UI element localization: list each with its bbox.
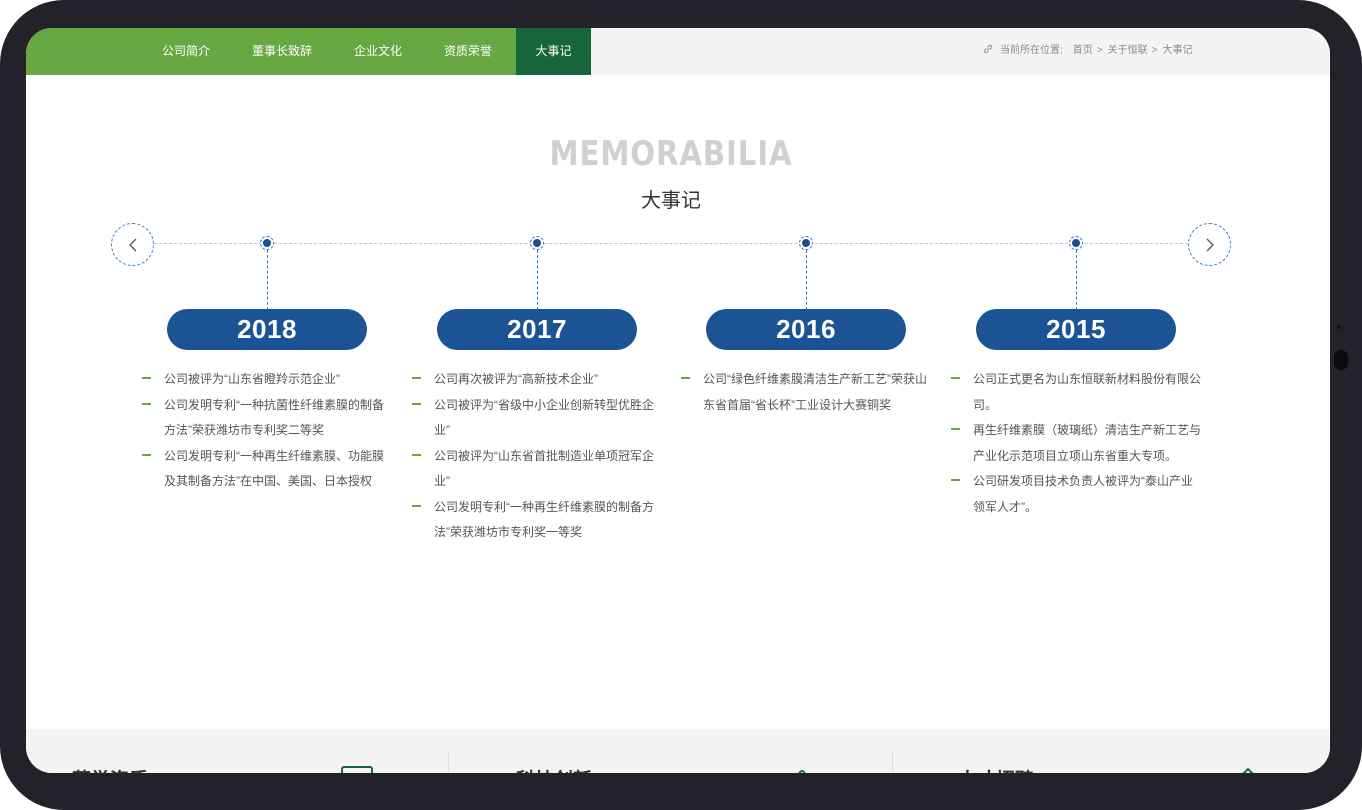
- nav-item-memorabilia[interactable]: 大事记: [516, 28, 591, 75]
- breadcrumb-separator: >: [1151, 45, 1158, 56]
- timeline-connector: [806, 250, 807, 310]
- certificate-icon: [341, 766, 373, 773]
- chevron-left-icon: [129, 238, 137, 252]
- event-list: 公司再次被评为“高新技术企业” 公司被评为“省级中小企业创新转型优胜企业” 公司…: [412, 367, 664, 546]
- breadcrumb-home-link[interactable]: 首页: [1073, 45, 1093, 56]
- event-item: 公司发明专利“一种再生纤维素膜的制备方法”荣获潍坊市专利奖一等奖: [412, 495, 664, 546]
- timeline-prev-button[interactable]: [111, 223, 154, 266]
- timeline-dot: [530, 236, 544, 250]
- timeline-dot: [260, 236, 274, 250]
- event-item: 公司发明专利“一种再生纤维素膜、功能膜及其制备方法”在中国、美国、日本授权: [142, 444, 394, 495]
- breadcrumb-prefix: 当前所在位置:: [1000, 45, 1063, 56]
- nav-item-honors[interactable]: 资质荣誉: [431, 28, 505, 75]
- bottom-link-recruitment[interactable]: 人才招聘: [958, 765, 1034, 773]
- year-badge: 2016: [706, 309, 906, 350]
- breadcrumb-about-link[interactable]: 关于恒联: [1108, 45, 1148, 56]
- event-item: 公司被评为“山东省瞪羚示范企业”: [142, 367, 394, 393]
- bottom-link-honors[interactable]: 荣誉资质: [72, 765, 148, 773]
- event-item: 公司再次被评为“高新技术企业”: [412, 367, 664, 393]
- divider: [892, 751, 893, 773]
- screen: 公司简介 董事长致辞 企业文化 资质荣誉 大事记 当前所在位置: 首页 > 关于恒联 >…: [26, 28, 1330, 773]
- link-icon: [983, 44, 993, 54]
- flask-icon: [798, 770, 806, 773]
- year-badge: 2018: [167, 309, 367, 350]
- nav-item-chairman-speech[interactable]: 董事长致辞: [242, 28, 322, 75]
- event-list: 公司“绿色纤维素膜清洁生产新工艺”荣获山东省首届“省长杯”工业设计大赛铜奖: [681, 367, 933, 418]
- timeline-connector: [1076, 250, 1077, 310]
- timeline-connector: [537, 250, 538, 310]
- event-item: 公司“绿色纤维素膜清洁生产新工艺”荣获山东省首届“省长杯”工业设计大赛铜奖: [681, 367, 933, 418]
- event-item: 公司被评为“省级中小企业创新转型优胜企业”: [412, 393, 664, 444]
- bottom-links-strip: 荣誉资质 科技创新 人才招聘: [26, 729, 1330, 773]
- year-badge: 2015: [976, 309, 1176, 350]
- page-title: 大事记: [641, 190, 701, 212]
- event-item: 公司正式更名为山东恒联新材料股份有限公司。: [951, 367, 1203, 418]
- sub-nav-menu: 公司简介 董事长致辞 企业文化 资质荣誉 大事记: [26, 28, 591, 75]
- event-list: 公司被评为“山东省瞪羚示范企业” 公司发明专利“一种抗菌性纤维素膜的制备方法”荣…: [142, 367, 394, 495]
- breadcrumb: 当前所在位置: 首页 > 关于恒联 > 大事记: [982, 28, 1192, 75]
- timeline-dot: [799, 236, 813, 250]
- timeline-axis: [154, 243, 1188, 244]
- event-item: 公司被评为“山东省首批制造业单项冠军企业”: [412, 444, 664, 495]
- nav-item-company-profile[interactable]: 公司简介: [149, 28, 223, 75]
- event-item: 公司发明专利“一种抗菌性纤维素膜的制备方法”荣获潍坊市专利奖二等奖: [142, 393, 394, 444]
- timeline-connector: [267, 250, 268, 310]
- event-list: 公司正式更名为山东恒联新材料股份有限公司。 再生纤维素膜（玻璃纸）清洁生产新工艺…: [951, 367, 1203, 520]
- device-camera-dot: [1337, 325, 1341, 329]
- chevron-right-icon: [1206, 238, 1214, 252]
- divider: [448, 751, 449, 773]
- device-side-button: [1334, 350, 1348, 370]
- event-item: 公司研发项目技术负责人被评为“泰山产业领军人才”。: [951, 469, 1203, 520]
- nav-item-corporate-culture[interactable]: 企业文化: [341, 28, 415, 75]
- person-icon: [1242, 767, 1254, 773]
- breadcrumb-separator: >: [1096, 45, 1103, 56]
- timeline-next-button[interactable]: [1188, 223, 1231, 266]
- page-title-english: MEMORABILIA: [549, 134, 793, 174]
- timeline-dot: [1069, 236, 1083, 250]
- breadcrumb-current: 大事记: [1162, 45, 1193, 56]
- event-item: 再生纤维素膜（玻璃纸）清洁生产新工艺与产业化示范项目立项山东省重大专项。: [951, 418, 1203, 469]
- top-navigation-bar: 公司简介 董事长致辞 企业文化 资质荣誉 大事记 当前所在位置: 首页 > 关于恒联 >…: [26, 28, 1330, 75]
- year-badge: 2017: [437, 309, 637, 350]
- bottom-link-innovation[interactable]: 科技创新: [516, 765, 592, 773]
